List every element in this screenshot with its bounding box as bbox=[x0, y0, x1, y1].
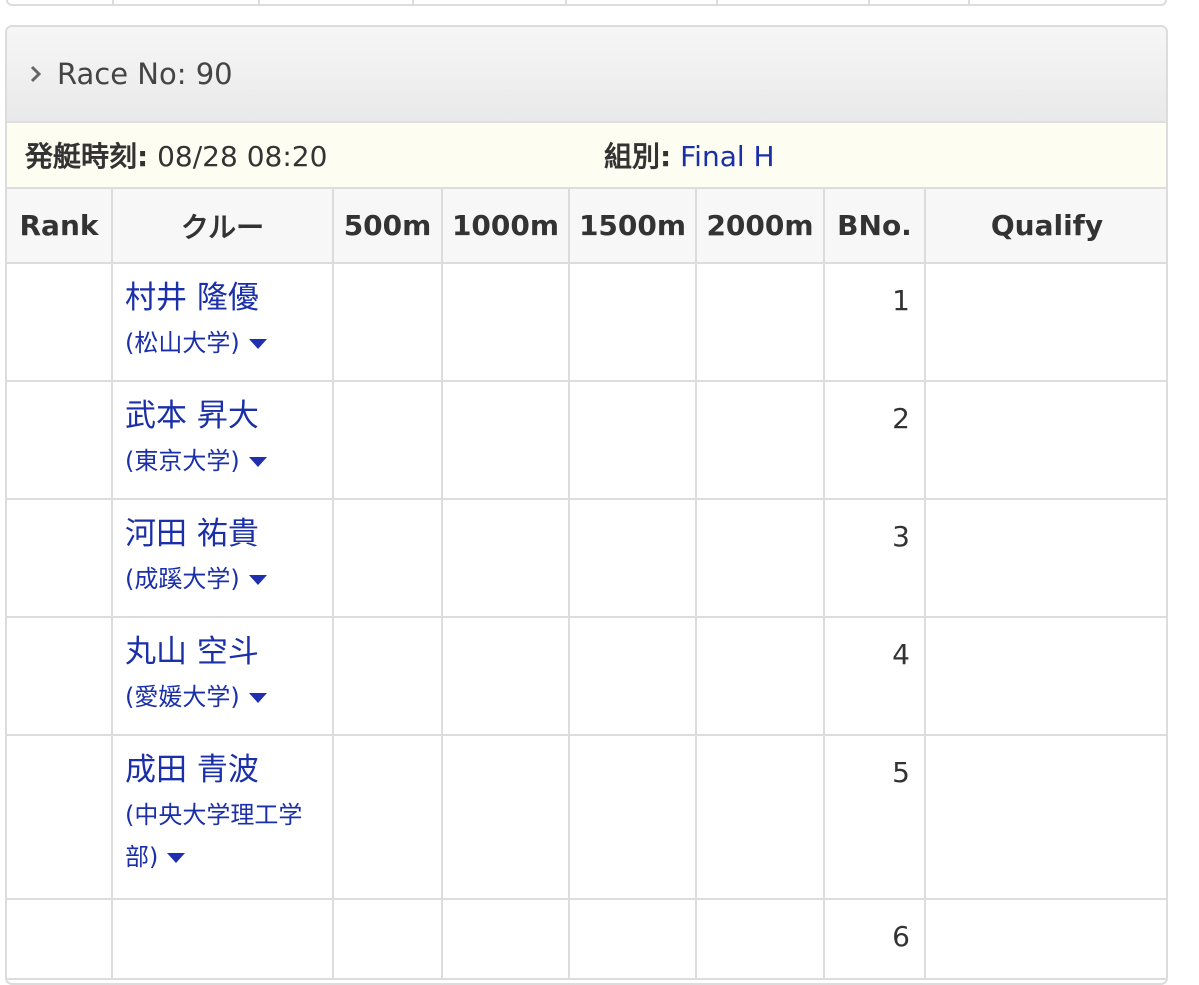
col-header-qualify: Qualify bbox=[924, 189, 1166, 264]
qualify-cell bbox=[924, 734, 1166, 900]
col-header-bno: BNo. bbox=[823, 189, 926, 264]
split-1500m-cell bbox=[568, 898, 697, 980]
table-row: 6 bbox=[7, 898, 1166, 980]
split-2000m-cell bbox=[695, 380, 825, 500]
team-name: (成蹊大学) bbox=[125, 565, 240, 593]
crew-cell: 成田 青波 (中央大学理工学部) bbox=[111, 734, 334, 900]
split-2000m-cell bbox=[695, 898, 825, 980]
results-table: Rank クルー 500m 1000m 1500m 2000m BNo. Qua… bbox=[7, 189, 1166, 980]
crew-cell bbox=[111, 898, 334, 980]
previous-table-edge bbox=[6, 0, 1167, 6]
col-header-rank: Rank bbox=[7, 189, 113, 264]
split-1000m-cell bbox=[441, 262, 570, 382]
chevron-right-icon[interactable] bbox=[29, 64, 51, 84]
table-row: 成田 青波 (中央大学理工学部) 5 bbox=[7, 734, 1166, 900]
split-500m-cell bbox=[332, 380, 443, 500]
crew-name-link[interactable]: 武本 昇大 bbox=[125, 396, 332, 436]
split-2000m-cell bbox=[695, 616, 825, 736]
split-2000m-cell bbox=[695, 262, 825, 382]
table-header-row: Rank クルー 500m 1000m 1500m 2000m BNo. Qua… bbox=[7, 189, 1166, 264]
crew-cell: 河田 祐貴 (成蹊大学) bbox=[111, 498, 334, 618]
split-1000m-cell bbox=[441, 498, 570, 618]
crew-team-toggle[interactable]: (松山大学) bbox=[125, 322, 332, 364]
start-time-value: 08/28 08:20 bbox=[157, 140, 328, 173]
crew-name-link[interactable]: 成田 青波 bbox=[125, 750, 312, 790]
col-header-crew: クルー bbox=[111, 189, 334, 264]
split-1000m-cell bbox=[441, 898, 570, 980]
crew-cell: 武本 昇大 (東京大学) bbox=[111, 380, 334, 500]
start-time-label: 発艇時刻: bbox=[25, 140, 149, 173]
split-1500m-cell bbox=[568, 380, 697, 500]
race-title: Race No: 90 bbox=[57, 57, 233, 91]
table-row: 丸山 空斗 (愛媛大学) 4 bbox=[7, 616, 1166, 736]
caret-down-icon[interactable] bbox=[248, 457, 267, 467]
rank-cell bbox=[7, 262, 113, 382]
team-name: (松山大学) bbox=[125, 329, 240, 357]
crew-cell: 村井 隆優 (松山大学) bbox=[111, 262, 334, 382]
col-header-500m: 500m bbox=[332, 189, 443, 264]
bno-cell: 4 bbox=[823, 616, 926, 736]
start-time: 発艇時刻: 08/28 08:20 bbox=[7, 135, 604, 175]
team-name: (東京大学) bbox=[125, 447, 240, 475]
table-row: 河田 祐貴 (成蹊大学) 3 bbox=[7, 498, 1166, 618]
crew-team-toggle[interactable]: (成蹊大学) bbox=[125, 558, 332, 600]
crew-team-toggle[interactable]: (愛媛大学) bbox=[125, 676, 332, 718]
split-2000m-cell bbox=[695, 498, 825, 618]
split-500m-cell bbox=[332, 262, 443, 382]
split-500m-cell bbox=[332, 498, 443, 618]
qualify-cell bbox=[924, 262, 1166, 382]
crew-cell: 丸山 空斗 (愛媛大学) bbox=[111, 616, 334, 736]
qualify-cell bbox=[924, 898, 1166, 980]
split-1000m-cell bbox=[441, 734, 570, 900]
rank-cell bbox=[7, 498, 113, 618]
split-1500m-cell bbox=[568, 498, 697, 618]
col-header-2000m: 2000m bbox=[695, 189, 825, 264]
group-link[interactable]: Final H bbox=[680, 140, 775, 173]
bno-cell: 6 bbox=[823, 898, 926, 980]
crew-team-toggle[interactable]: (東京大学) bbox=[125, 440, 332, 482]
col-header-1500m: 1500m bbox=[568, 189, 697, 264]
table-row: 武本 昇大 (東京大学) 2 bbox=[7, 380, 1166, 500]
group-label: 組別: bbox=[604, 140, 672, 173]
race-header[interactable]: Race No: 90 bbox=[7, 27, 1166, 123]
split-500m-cell bbox=[332, 898, 443, 980]
split-500m-cell bbox=[332, 616, 443, 736]
qualify-cell bbox=[924, 380, 1166, 500]
split-500m-cell bbox=[332, 734, 443, 900]
table-row: 村井 隆優 (松山大学) 1 bbox=[7, 262, 1166, 382]
rank-cell bbox=[7, 380, 113, 500]
race-info-bar: 発艇時刻: 08/28 08:20 組別: Final H bbox=[7, 123, 1166, 189]
col-header-1000m: 1000m bbox=[441, 189, 570, 264]
caret-down-icon[interactable] bbox=[248, 575, 267, 585]
rank-cell bbox=[7, 898, 113, 980]
split-1500m-cell bbox=[568, 734, 697, 900]
qualify-cell bbox=[924, 498, 1166, 618]
caret-down-icon[interactable] bbox=[248, 339, 267, 349]
qualify-cell bbox=[924, 616, 1166, 736]
rank-cell bbox=[7, 734, 113, 900]
team-name: (愛媛大学) bbox=[125, 683, 240, 711]
split-2000m-cell bbox=[695, 734, 825, 900]
split-1500m-cell bbox=[568, 616, 697, 736]
split-1500m-cell bbox=[568, 262, 697, 382]
crew-name-link[interactable]: 河田 祐貴 bbox=[125, 514, 332, 554]
race-panel: Race No: 90 発艇時刻: 08/28 08:20 組別: Final … bbox=[5, 25, 1168, 985]
bno-cell: 3 bbox=[823, 498, 926, 618]
caret-down-icon[interactable] bbox=[248, 693, 267, 703]
bno-cell: 2 bbox=[823, 380, 926, 500]
bno-cell: 1 bbox=[823, 262, 926, 382]
crew-team-toggle[interactable]: (中央大学理工学部) bbox=[125, 794, 312, 878]
rank-cell bbox=[7, 616, 113, 736]
caret-down-icon[interactable] bbox=[167, 853, 186, 863]
split-1000m-cell bbox=[441, 616, 570, 736]
crew-name-link[interactable]: 村井 隆優 bbox=[125, 278, 332, 318]
crew-name-link[interactable]: 丸山 空斗 bbox=[125, 632, 332, 672]
bno-cell: 5 bbox=[823, 734, 926, 900]
group: 組別: Final H bbox=[604, 135, 775, 175]
split-1000m-cell bbox=[441, 380, 570, 500]
team-name: (中央大学理工学部) bbox=[125, 801, 303, 871]
